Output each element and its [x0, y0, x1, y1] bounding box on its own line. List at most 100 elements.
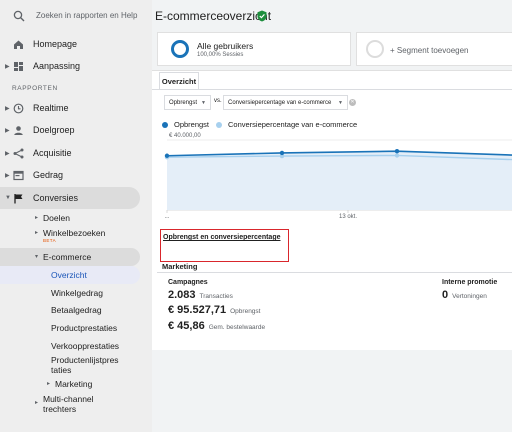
legend-item-conversion[interactable]: Conversiepercentage van e-commerce	[216, 120, 357, 129]
expand-arrow-icon[interactable]: ▶	[5, 105, 10, 112]
views-label: Vertoningen	[452, 293, 487, 300]
search-icon	[13, 10, 25, 22]
sidebar-item-marketing[interactable]: ▸ Marketing	[47, 379, 92, 389]
sidebar-item-label: Overzicht	[51, 270, 87, 280]
expand-arrow-icon[interactable]: ▸	[35, 398, 38, 408]
expand-arrow-icon[interactable]: ▶	[5, 150, 10, 157]
sidebar-item-label: Productprestaties	[51, 323, 118, 333]
sidebar-item-conversions[interactable]: ▼ Conversies	[0, 187, 152, 209]
main-content: E-commerceoverzicht Alle gebruikers 100,…	[152, 0, 512, 432]
dashboard-icon	[14, 61, 23, 71]
data-point	[394, 149, 400, 154]
versus-label: vs.	[214, 98, 222, 104]
data-point	[279, 150, 285, 156]
sidebar-item-label: Aanpassing	[33, 61, 81, 71]
sidebar-item-label-line2: trechters	[43, 404, 77, 414]
sidebar-item-behavior[interactable]: ▶ Gedrag	[0, 164, 152, 186]
sidebar-item-acquisition[interactable]: ▶ Acquisitie	[0, 142, 152, 164]
marketing-divider	[157, 272, 512, 273]
sidebar-item-label: Conversies	[33, 193, 79, 203]
segment-ring-icon	[171, 40, 189, 58]
sidebar-item-home[interactable]: Homepage	[0, 33, 152, 55]
metric-select-value: Conversiepercentage van e-commerce	[228, 99, 332, 106]
sidebar-item-shopping-behavior[interactable]: Winkelgedrag	[51, 288, 103, 298]
marketing-heading: Marketing	[162, 262, 198, 271]
x-tick-label: 13 okt.	[339, 214, 357, 220]
flag-icon	[14, 193, 23, 203]
legend-dot-icon	[162, 121, 168, 128]
verified-shield-icon	[257, 10, 267, 22]
aov-metric: € 45,86 Gem. bestelwaarde	[168, 320, 265, 332]
sidebar-item-checkout-behavior[interactable]: Betaalgedrag	[51, 305, 102, 315]
tab-overview[interactable]: Overzicht	[159, 72, 199, 89]
add-segment-label: + Segment toevoegen	[390, 46, 469, 55]
sidebar-item-label: Betaalgedrag	[51, 305, 102, 315]
sidebar-item-overview[interactable]: Overzicht	[51, 270, 87, 280]
collapse-arrow-icon[interactable]: ▼	[5, 195, 11, 201]
sidebar-item-sales-performance[interactable]: Verkoopprestaties	[51, 341, 119, 351]
expand-arrow-icon[interactable]: ▶	[5, 63, 10, 70]
sidebar-item-label: Winkelgedrag	[51, 288, 103, 298]
segment-all-users[interactable]: Alle gebruikers 100,00% Sessies	[157, 32, 351, 66]
campaigns-heading: Campagnes	[168, 279, 208, 286]
sidebar-item-shopping-search[interactable]: ▸ Winkelbezoeken BETA	[35, 228, 106, 243]
legend-item-revenue[interactable]: Opbrengst	[162, 120, 209, 129]
sidebar-item-label: Homepage	[33, 39, 78, 49]
sidebar-item-label: Acquisitie	[33, 148, 72, 158]
sidebar-item-label: Winkelbezoeken	[43, 228, 106, 238]
empty-segment-ring-icon	[366, 40, 384, 58]
data-point	[164, 153, 170, 158]
sidebar-item-product-performance[interactable]: Productprestaties	[51, 323, 117, 333]
sidebar-item-label-line2: taties	[51, 365, 72, 375]
sidebar-item-realtime[interactable]: ▶ Realtime	[0, 97, 152, 119]
sidebar-item-audience[interactable]: ▶ Doelgroep	[0, 119, 152, 141]
page-title: E-commerceoverzicht	[155, 9, 272, 23]
sidebar-item-label-line1: Multi-channel	[43, 394, 94, 404]
analytics-app: Zoeken in rapporten en Help Homepage ▶ A…	[0, 0, 512, 432]
transactions-value: 2.083	[168, 289, 196, 301]
sidebar-item-label-line1: Productenlijstpres	[51, 355, 119, 365]
collapse-arrow-icon[interactable]: ▾	[35, 253, 38, 260]
internal-promo-heading: Interne promotie	[442, 279, 498, 286]
beta-badge: BETA	[43, 238, 57, 243]
tab-divider	[152, 89, 512, 90]
revenue-value: € 95.527,71	[168, 304, 227, 316]
views-value: 0	[442, 289, 449, 301]
y-tick-label: € 40.000,00	[169, 133, 201, 139]
search-placeholder[interactable]: Zoeken in rapporten en Help	[36, 11, 137, 20]
sidebar-item-product-list[interactable]: Productenlijstpres taties	[51, 355, 119, 375]
clear-metric-icon[interactable]: ✕	[349, 99, 356, 106]
segment-percentage: 100,00% Sessies	[197, 52, 244, 58]
x-tick-label: ...	[164, 214, 169, 220]
sidebar-item-label: Doelgroep	[33, 125, 75, 135]
expand-arrow-icon[interactable]: ▶	[5, 127, 10, 134]
acquisition-icon	[13, 148, 24, 158]
expand-arrow-icon[interactable]: ▸	[47, 380, 50, 387]
views-metric: 0 Vertoningen	[442, 289, 487, 301]
home-icon	[14, 40, 23, 49]
expand-arrow-icon[interactable]: ▶	[5, 172, 10, 179]
chevron-down-icon: ▼	[201, 100, 206, 106]
transactions-metric: 2.083 Transacties	[168, 289, 233, 301]
search-bar[interactable]: Zoeken in rapporten en Help	[0, 0, 152, 32]
legend-label: Conversiepercentage van e-commerce	[228, 120, 358, 129]
series-area	[167, 151, 512, 210]
sidebar-item-mcf[interactable]: ▸ Multi-channel trechters	[35, 394, 94, 414]
sidebar-item-label: Verkoopprestaties	[51, 341, 120, 351]
segment-name: Alle gebruikers	[197, 41, 254, 51]
expand-arrow-icon[interactable]: ▸	[35, 229, 38, 236]
metric-select-value: Opbrengst	[169, 99, 198, 106]
aov-label: Gem. bestelwaarde	[208, 324, 266, 331]
person-icon	[14, 125, 23, 135]
add-segment-button[interactable]: + Segment toevoegen	[356, 32, 512, 66]
sidebar-item-label: Realtime	[33, 103, 69, 113]
revenue-label: Opbrengst	[230, 308, 261, 315]
sidebar-item-ecommerce[interactable]: ▾ E-commerce	[35, 252, 91, 262]
metric-select-secondary[interactable]: Conversiepercentage van e-commerce ▼	[223, 95, 348, 110]
sidebar-item-customization[interactable]: ▶ Aanpassing	[0, 55, 152, 77]
sidebar-item-goals[interactable]: ▸ Doelen	[35, 213, 70, 223]
expand-arrow-icon[interactable]: ▸	[35, 214, 38, 221]
sidebar-item-label: Gedrag	[33, 170, 64, 180]
metric-select-primary[interactable]: Opbrengst ▼	[164, 95, 211, 110]
revenue-conversion-link[interactable]: Opbrengst en conversiepercentage	[163, 234, 280, 241]
